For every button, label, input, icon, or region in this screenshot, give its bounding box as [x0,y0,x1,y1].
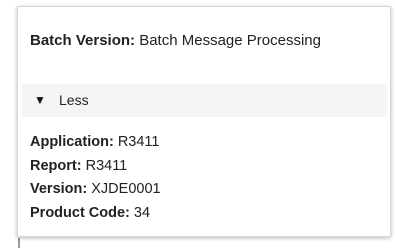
page-edge-line [18,238,20,248]
application-label: Application: [30,134,114,150]
details-list: Application: R3411 Report: R3411 Version… [30,131,161,225]
less-toggle[interactable]: ▼ Less [22,84,387,117]
batch-version-label: Batch Version: [30,32,136,49]
detail-row-version: Version: XJDE0001 [30,178,161,202]
report-label: Report: [30,157,82,174]
version-label: Version: [30,181,88,197]
batch-version-popup: Batch Version: Batch Message Processing … [17,6,391,237]
batch-version-header: Batch Version: Batch Message Processing [30,30,360,51]
less-toggle-label: Less [59,92,89,108]
detail-row-product-code: Product Code: 34 [30,202,161,226]
product-code-label: Product Code: [30,204,130,221]
triangle-down-icon: ▼ [34,93,46,107]
page-background [0,0,16,248]
product-code-value: 34 [133,204,151,221]
detail-row-report: Report: R3411 [30,155,161,179]
batch-version-value: Batch Message Processing [139,32,321,49]
application-value: R3411 [117,134,160,150]
detail-row-application: Application: R3411 [30,131,161,155]
report-value: R3411 [85,157,128,174]
version-value: XJDE0001 [91,181,161,197]
